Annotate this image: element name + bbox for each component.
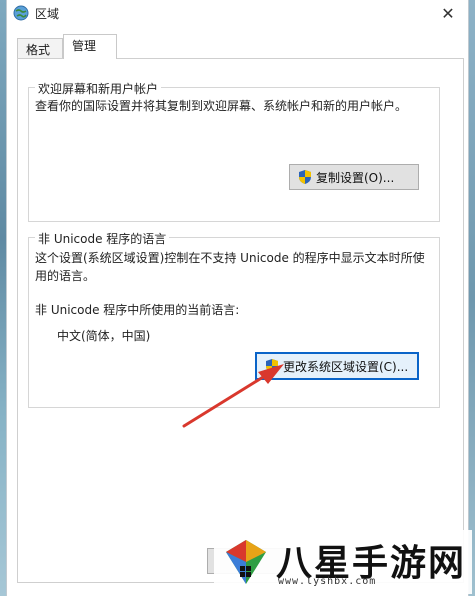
tab-administrative-label: 管理: [72, 39, 97, 53]
close-icon: ✕: [441, 3, 455, 23]
non-unicode-group-legend: 非 Unicode 程序的语言: [35, 230, 170, 247]
watermark-url: www.lyshbx.com: [278, 576, 377, 587]
tab-format[interactable]: 格式: [17, 38, 63, 58]
globe-icon: [13, 5, 29, 21]
non-unicode-description-line2: 用的语言。: [35, 269, 96, 283]
welcome-description: 查看你的国际设置并将其复制到欢迎屏幕、系统帐户和新的用户帐户。: [35, 99, 408, 113]
non-unicode-group: 非 Unicode 程序的语言 这个设置(系统区域设置)控制在不支持 Unico…: [28, 230, 440, 408]
window-title: 区域: [35, 7, 60, 21]
uac-shield-icon: [266, 359, 278, 373]
desktop-background-right: [469, 0, 475, 596]
current-language-value: 中文(简体，中国): [57, 329, 151, 343]
region-dialog: 区域 ✕ 格式 管理 欢迎屏幕和新用户帐户 查看你的国际设置并将其复制到欢迎屏幕…: [6, 0, 469, 596]
copy-settings-label: 复制设置(O)...: [316, 170, 395, 185]
tab-strip: 格式 管理: [11, 34, 466, 59]
tab-administrative[interactable]: 管理: [63, 34, 117, 59]
tab-format-label: 格式: [26, 43, 51, 57]
current-language-label: 非 Unicode 程序中所使用的当前语言:: [35, 303, 240, 317]
watermark: 八星手游网 www.lyshbx.com: [214, 530, 472, 594]
non-unicode-description-line1: 这个设置(系统区域设置)控制在不支持 Unicode 的程序中显示文本时所使: [35, 251, 425, 265]
title-bar[interactable]: 区域 ✕: [7, 0, 468, 28]
watermark-logo-icon: [226, 540, 266, 584]
change-system-locale-button[interactable]: 更改系统区域设置(C)...: [255, 352, 419, 380]
change-system-locale-label: 更改系统区域设置(C)...: [283, 359, 409, 374]
close-button[interactable]: ✕: [436, 2, 460, 24]
welcome-group-legend: 欢迎屏幕和新用户帐户: [35, 80, 162, 97]
welcome-screen-group: 欢迎屏幕和新用户帐户 查看你的国际设置并将其复制到欢迎屏幕、系统帐户和新的用户帐…: [28, 80, 440, 222]
uac-shield-icon: [299, 170, 311, 184]
tab-panel: 欢迎屏幕和新用户帐户 查看你的国际设置并将其复制到欢迎屏幕、系统帐户和新的用户帐…: [17, 58, 464, 583]
copy-settings-button[interactable]: 复制设置(O)...: [289, 164, 419, 190]
